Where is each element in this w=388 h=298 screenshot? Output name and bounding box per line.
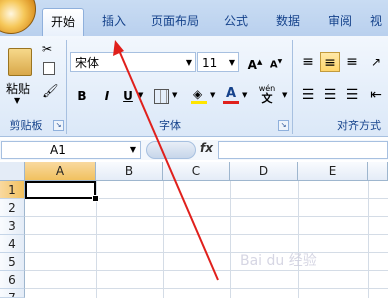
align-bottom-button[interactable]: ≡ [342, 52, 362, 72]
format-painter-icon[interactable]: 🖌 [42, 84, 59, 99]
align-left-button[interactable]: ☰ [298, 85, 318, 105]
row-header-3[interactable]: 3 [0, 217, 25, 235]
ribbon-tab-bar: 开始 插入 页面布局 公式 数据 审阅 视 [0, 0, 388, 37]
active-cell-a1[interactable] [25, 181, 96, 199]
grid-line [25, 234, 388, 235]
font-launcher-icon[interactable]: ↘ [278, 120, 289, 131]
watermark: Bai du 经验 [240, 253, 317, 269]
font-size-value: 11 [202, 56, 218, 70]
borders-icon[interactable] [154, 89, 169, 104]
borders-dropdown-icon[interactable]: ▼ [172, 91, 177, 99]
tab-review[interactable]: 审阅 [320, 9, 360, 33]
italic-button[interactable]: I [97, 86, 117, 106]
chevron-down-icon[interactable]: ▼ [130, 142, 136, 158]
row-header-7[interactable]: 7 [0, 289, 25, 298]
font-group-label: 字体 [159, 119, 181, 132]
fill-color-icon[interactable]: ◈ [190, 86, 208, 104]
clipboard-launcher-icon[interactable]: ↘ [53, 120, 64, 131]
orientation-button[interactable]: ↗ [366, 52, 386, 72]
grow-font-button[interactable]: A▲ [245, 52, 265, 72]
decrease-indent-button[interactable]: ⇤ [366, 85, 386, 105]
paste-button-label[interactable]: 粘贴 [6, 80, 30, 97]
name-box[interactable]: A1 ▼ [1, 141, 141, 159]
align-right-button[interactable]: ☰ [342, 85, 362, 105]
row-header-5[interactable]: 5 [0, 253, 25, 271]
font-color-dropdown-icon[interactable]: ▼ [242, 91, 247, 99]
paste-dropdown-icon[interactable]: ▼ [14, 96, 20, 105]
worksheet-grid[interactable]: A B C D E 1 2 3 4 5 6 7 [0, 162, 388, 298]
phonetic-dropdown-icon[interactable]: ▼ [282, 91, 287, 99]
column-header-d[interactable]: D [230, 162, 298, 181]
fill-color-dropdown-icon[interactable]: ▼ [210, 91, 215, 99]
grid-line [25, 288, 388, 289]
row-header-4[interactable]: 4 [0, 235, 25, 253]
alignment-group-label: 对齐方式 [337, 119, 381, 132]
group-divider [292, 40, 293, 134]
font-size-select[interactable]: 11 ▼ [197, 52, 239, 72]
grid-line [25, 270, 388, 271]
office-button[interactable] [0, 0, 36, 34]
row-header-1[interactable]: 1 [0, 181, 25, 199]
row-header-2[interactable]: 2 [0, 199, 25, 217]
bold-button[interactable]: B [72, 86, 92, 106]
font-color-icon[interactable]: A [222, 86, 240, 104]
row-header-6[interactable]: 6 [0, 271, 25, 289]
font-name-value: 宋体 [75, 56, 100, 70]
formula-bar-splitter[interactable] [146, 141, 196, 159]
fill-handle[interactable] [92, 195, 99, 202]
cut-icon[interactable]: ✂ [42, 42, 52, 56]
column-header-e[interactable]: E [298, 162, 368, 181]
phonetic-icon: 文 [261, 92, 273, 105]
column-header-f[interactable] [368, 162, 388, 181]
fx-label[interactable]: fx [200, 141, 213, 155]
tab-insert[interactable]: 插入 [96, 9, 132, 33]
column-header-a[interactable]: A [25, 162, 96, 181]
shrink-font-button[interactable]: A▼ [266, 52, 286, 72]
grid-line [25, 216, 388, 217]
chevron-down-icon[interactable]: ▼ [229, 53, 235, 73]
clipboard-group-label: 剪贴板 [9, 119, 43, 132]
align-middle-button[interactable]: ≡ [320, 52, 340, 72]
grid-line [25, 252, 388, 253]
tab-data[interactable]: 数据 [268, 9, 308, 33]
tab-home[interactable]: 开始 [42, 8, 84, 37]
phonetic-button[interactable]: wén 文 [254, 84, 280, 106]
name-box-value: A1 [50, 143, 66, 157]
copy-icon[interactable] [43, 62, 55, 75]
formula-input[interactable] [218, 141, 388, 159]
underline-button[interactable]: U [118, 86, 138, 106]
tab-formulas[interactable]: 公式 [216, 9, 256, 33]
group-divider [66, 40, 67, 134]
column-header-c[interactable]: C [163, 162, 230, 181]
align-top-button[interactable]: ≡ [298, 52, 318, 72]
chevron-down-icon[interactable]: ▼ [186, 53, 192, 73]
column-header-b[interactable]: B [96, 162, 163, 181]
align-center-button[interactable]: ☰ [320, 85, 340, 105]
paste-icon[interactable] [8, 48, 32, 76]
select-all-corner[interactable] [0, 162, 25, 181]
tab-page-layout[interactable]: 页面布局 [144, 9, 206, 33]
font-name-select[interactable]: 宋体 ▼ [70, 52, 196, 72]
underline-dropdown-icon[interactable]: ▼ [138, 91, 143, 99]
tab-view[interactable]: 视 [364, 9, 388, 33]
